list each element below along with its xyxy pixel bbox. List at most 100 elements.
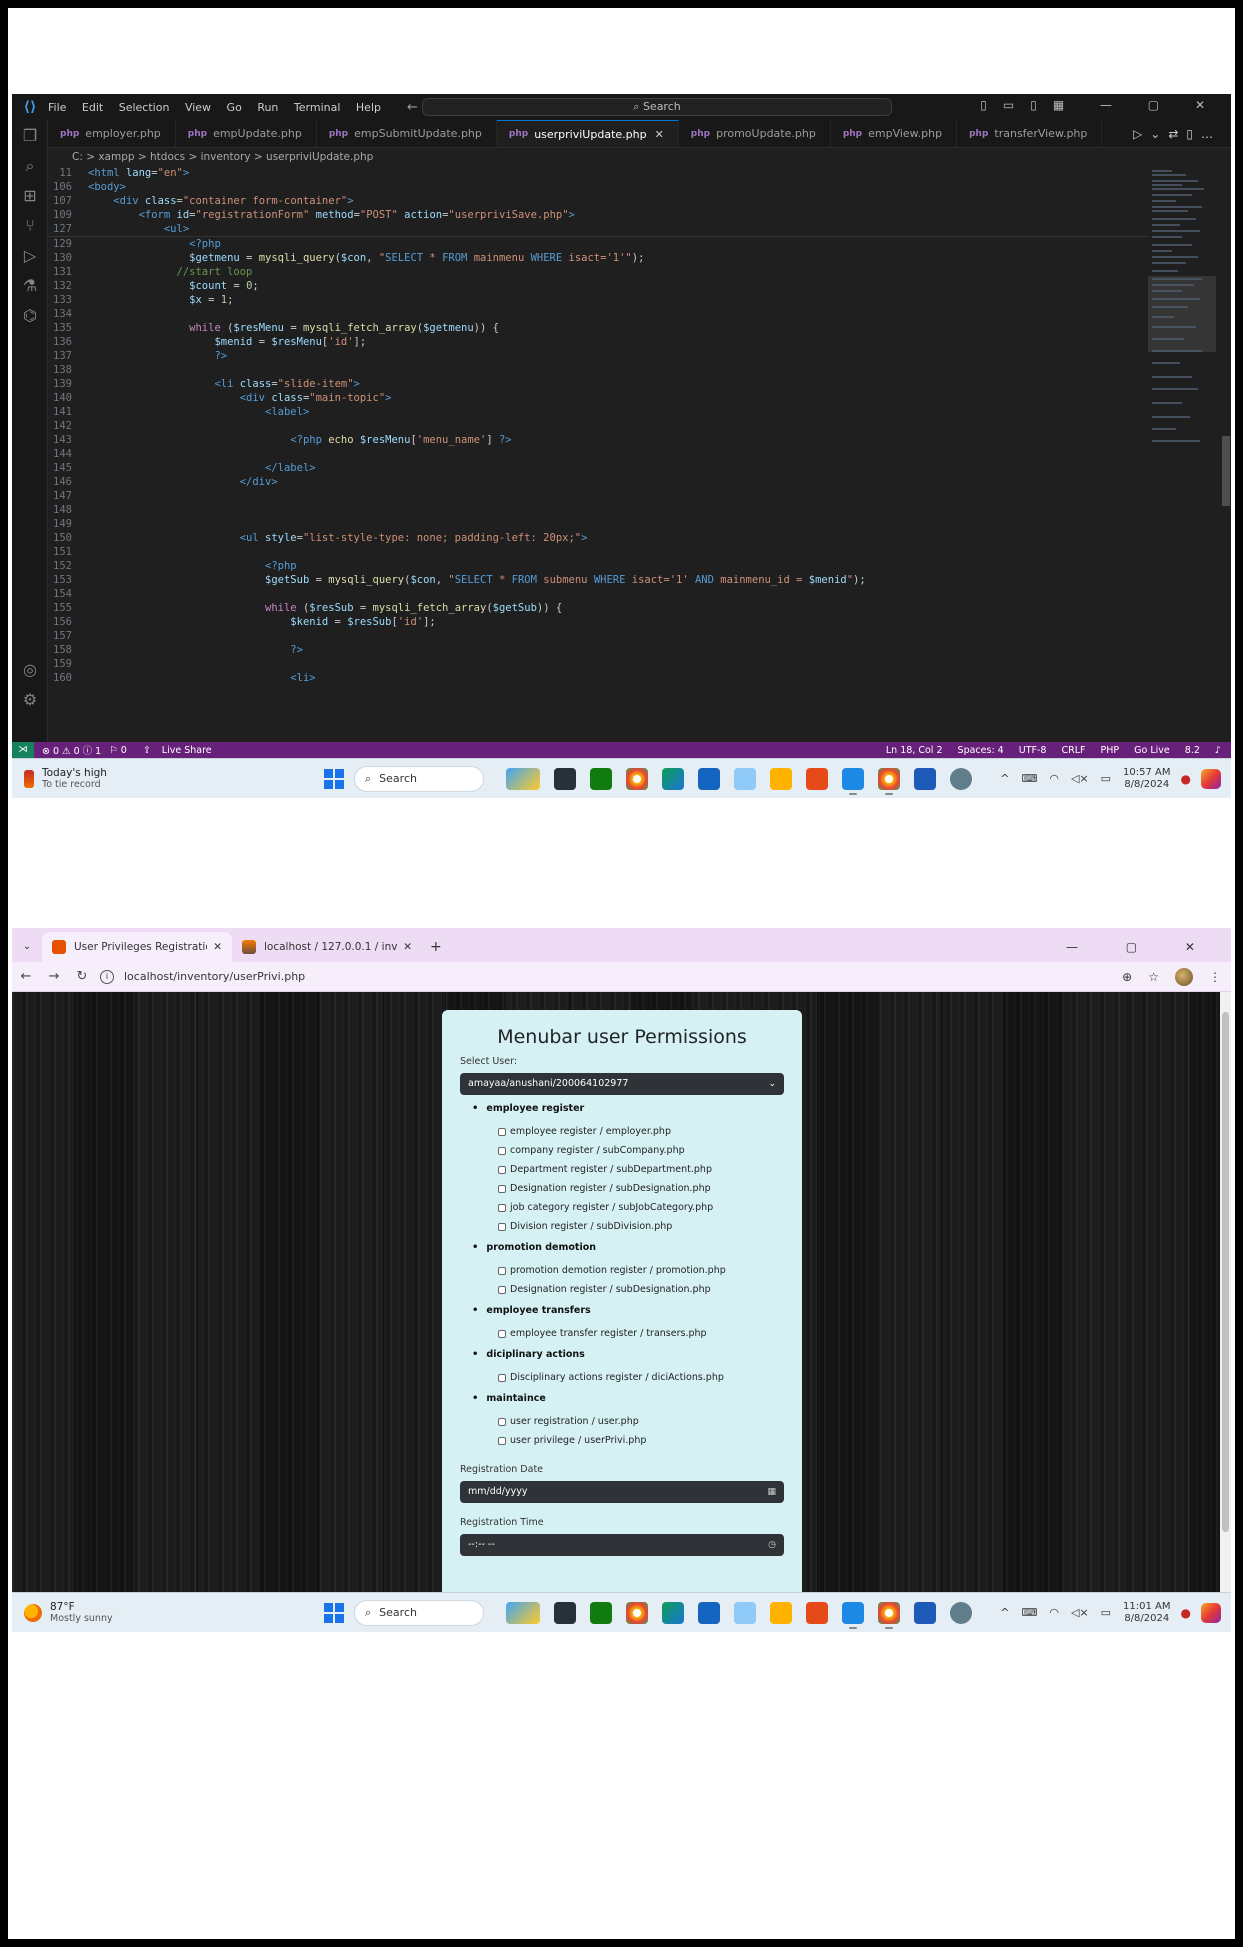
php-version-status[interactable]: 8.2 (1185, 745, 1200, 756)
site-info-icon[interactable]: i (100, 969, 114, 984)
registration-date-input[interactable]: mm/dd/yyyy ▦ (460, 1481, 784, 1503)
command-center-search[interactable]: ⌕ Search (422, 98, 892, 116)
code-line[interactable]: 138 (48, 363, 1148, 377)
chevron-up-icon[interactable]: ^ (1000, 1606, 1009, 1619)
code-line[interactable]: 157 (48, 629, 1148, 643)
tab-transferview[interactable]: php transferView.php (957, 120, 1103, 147)
submenu-permission-item[interactable]: employee register / employer.php (472, 1122, 784, 1141)
code-line[interactable]: 145 </label> (48, 461, 1148, 475)
code-line[interactable]: 160 <li> (48, 671, 1148, 685)
close-icon[interactable]: ✕ (403, 941, 412, 953)
code-line[interactable]: 137 ?> (48, 349, 1148, 363)
xampp-icon[interactable] (806, 1601, 828, 1624)
submenu-permission-item[interactable]: Division register / subDivision.php (472, 1217, 784, 1236)
edge-icon[interactable] (662, 767, 684, 790)
code-line[interactable]: 133 $x = 1; (48, 293, 1148, 307)
code-line[interactable]: 144 (48, 447, 1148, 461)
back-icon[interactable]: ← (12, 969, 40, 984)
registration-time-input[interactable]: --:-- -- ◷ (460, 1534, 784, 1556)
notification-bell-icon[interactable]: ● (1181, 772, 1191, 786)
tab-search-chevron-icon[interactable]: ⌄ (12, 932, 42, 962)
code-line[interactable]: 131 //start loop (48, 265, 1148, 279)
scrollbar-thumb[interactable] (1222, 1012, 1229, 1532)
volume-icon[interactable]: ◁× (1071, 772, 1089, 785)
mail-icon[interactable] (698, 1601, 720, 1624)
more-menu-icon[interactable]: ⋮ (1209, 970, 1221, 984)
code-line[interactable]: 135 while ($resMenu = mysqli_fetch_array… (48, 321, 1148, 335)
code-line[interactable]: 134 (48, 307, 1148, 321)
tab-promoupdate[interactable]: php promoUpdate.php (679, 120, 831, 147)
menu-edit[interactable]: Edit (82, 101, 103, 114)
submenu-permission-item[interactable]: employee transfer register / transers.ph… (472, 1324, 784, 1343)
remote-icon[interactable]: ⋊ (12, 742, 34, 758)
xbox-icon[interactable] (590, 767, 612, 790)
code-line[interactable]: 146 </div> (48, 475, 1148, 489)
code-line[interactable]: 127 <ul> (48, 222, 1148, 236)
code-line[interactable]: 139 <li class="slide-item"> (48, 377, 1148, 391)
windows-start-icon[interactable] (324, 768, 344, 789)
permission-checkbox[interactable] (498, 1184, 506, 1193)
submenu-permission-item[interactable]: Designation register / subDesignation.ph… (472, 1179, 784, 1198)
forward-icon[interactable]: → (40, 969, 68, 984)
permission-checkbox[interactable] (498, 1165, 506, 1174)
mail-icon[interactable] (698, 767, 720, 790)
submenu-permission-item[interactable]: promotion demotion register / promotion.… (472, 1261, 784, 1280)
chrome-icon[interactable] (626, 767, 648, 790)
word-icon[interactable] (914, 767, 936, 790)
code-line[interactable]: 141 <label> (48, 405, 1148, 419)
settings-app-icon[interactable] (950, 1601, 972, 1624)
widgets-app-icon[interactable] (506, 1601, 540, 1624)
settings-app-icon[interactable] (950, 767, 972, 790)
notification-bell-icon[interactable]: ● (1181, 1606, 1191, 1620)
volume-icon[interactable]: ◁× (1071, 1606, 1089, 1619)
file-explorer-icon[interactable] (770, 767, 792, 790)
chrome-icon[interactable] (626, 1601, 648, 1624)
word-icon[interactable] (914, 1601, 936, 1624)
language-status[interactable]: PHP (1101, 745, 1120, 756)
clock-icon[interactable]: ◷ (768, 1534, 776, 1556)
encoding-status[interactable]: UTF-8 (1019, 745, 1047, 756)
vscode-app-icon[interactable] (842, 767, 864, 795)
taskbar-search[interactable]: ⌕ Search (354, 765, 484, 792)
wifi-icon[interactable]: ◠ (1049, 772, 1059, 785)
live-share-status[interactable]: ⇪ Live Share (135, 745, 212, 756)
clock[interactable]: 11:01 AM 8/8/2024 (1123, 1601, 1170, 1625)
weather-widget[interactable]: 87°F Mostly sunny (12, 1601, 312, 1624)
menu-terminal[interactable]: Terminal (294, 101, 341, 114)
code-line[interactable]: 147 (48, 489, 1148, 503)
code-line[interactable]: 132 $count = 0; (48, 279, 1148, 293)
keyboard-icon[interactable]: ⌨ (1021, 1606, 1037, 1619)
menu-view[interactable]: View (185, 101, 211, 114)
photos-icon[interactable] (734, 767, 756, 790)
battery-icon[interactable]: ▭ (1101, 1606, 1111, 1619)
chevron-up-icon[interactable]: ^ (1000, 772, 1009, 785)
code-line[interactable]: 136 $menid = $resMenu['id']; (48, 335, 1148, 349)
testing-icon[interactable]: ⚗ (20, 276, 40, 296)
gear-icon[interactable]: ⚙ (20, 690, 40, 710)
tab-userpriviupdate[interactable]: php userpriviUpdate.php ✕ (496, 120, 679, 147)
permission-checkbox[interactable] (498, 1266, 506, 1275)
submenu-permission-item[interactable]: company register / subCompany.php (472, 1141, 784, 1160)
search-icon[interactable]: ⌕ (20, 156, 40, 176)
submenu-permission-item[interactable]: Disciplinary actions register / diciActi… (472, 1368, 784, 1387)
vscode-app-icon[interactable] (842, 1601, 864, 1629)
account-icon[interactable]: ◎ (20, 660, 40, 680)
wifi-icon[interactable]: ◠ (1049, 1606, 1059, 1619)
code-line[interactable]: 150 <ul style="list-style-type: none; pa… (48, 531, 1148, 545)
code-line[interactable]: 140 <div class="main-topic"> (48, 391, 1148, 405)
close-icon[interactable]: ✕ (213, 941, 222, 953)
new-tab-icon[interactable]: + (430, 932, 442, 962)
xampp-icon[interactable] (806, 767, 828, 790)
code-line[interactable]: 11 <html lang="en"> (48, 166, 1148, 180)
chrome-profile-icon[interactable] (878, 1601, 900, 1629)
weather-widget[interactable]: Today's high To tie record (12, 767, 312, 790)
code-line[interactable]: 148 (48, 503, 1148, 517)
code-line[interactable]: 109 <form id="registrationForm" method="… (48, 208, 1148, 222)
remote-explorer-icon[interactable]: ⌬ (20, 306, 40, 326)
code-line[interactable]: 129 <?php (48, 237, 1148, 251)
file-explorer-icon[interactable] (770, 1601, 792, 1624)
page-scrollbar[interactable] (1220, 992, 1231, 1592)
permission-checkbox[interactable] (498, 1127, 506, 1136)
permission-checkbox[interactable] (498, 1436, 506, 1445)
breadcrumb[interactable]: C: > xampp > htdocs > inventory > userpr… (48, 148, 1231, 166)
